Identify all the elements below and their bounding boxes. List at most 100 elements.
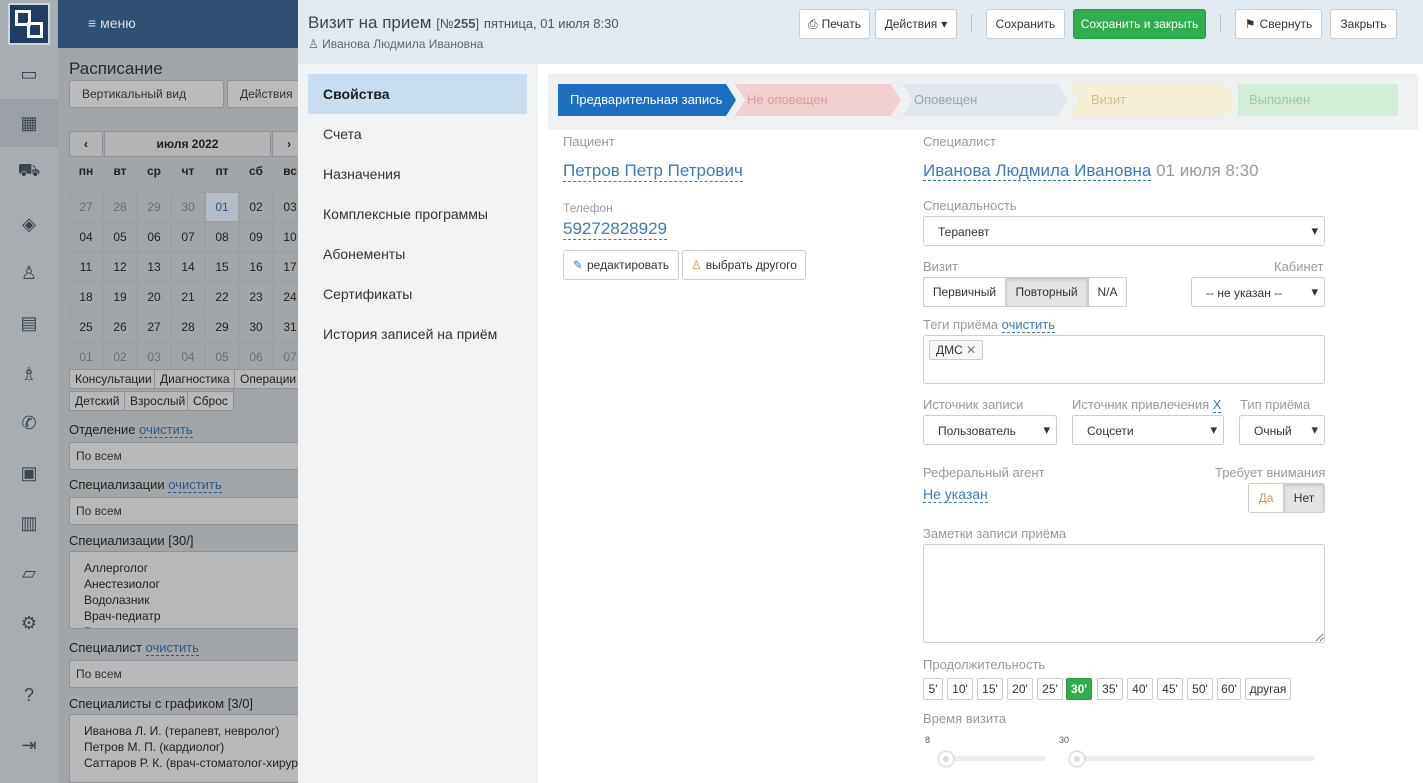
folder-icon[interactable]: ▱ [14,558,44,588]
nav-item[interactable]: Счета [308,114,527,154]
specialist-name-link[interactable]: Иванова Людмила Ивановна [923,161,1152,181]
visit-type-option[interactable]: Первичный [923,277,1006,307]
calendar-day[interactable]: 09 [239,222,273,252]
calendar-day[interactable]: 29 [137,192,171,222]
list-item[interactable]: Врач-педиатр [84,608,284,624]
duration-option[interactable]: 45' [1157,678,1183,700]
calendar-day[interactable]: 03 [137,342,171,372]
visit-type-option[interactable]: N/A [1088,277,1127,307]
view-select[interactable]: Вертикальный вид [69,80,224,108]
spec-clear-link[interactable]: очистить [168,477,222,493]
referral-link[interactable]: Не указан [923,486,988,503]
calendar-day[interactable]: 15 [205,252,239,282]
close-icon[interactable]: ✕ [966,343,976,357]
actions-button[interactable]: Действия ▾ [875,9,957,39]
calendar-day[interactable]: 19 [103,282,137,312]
calendar-day[interactable]: 02 [103,342,137,372]
ambulance-icon[interactable]: ⛟ [14,157,44,187]
chess-icon[interactable]: ♗ [14,359,44,389]
tags-input[interactable]: ДМС ✕ [923,335,1325,384]
calendar-day[interactable]: 10 [273,222,298,252]
duration-option[interactable]: 20' [1007,678,1033,700]
calendar-day[interactable]: 04 [69,222,103,252]
user-icon[interactable]: ♙ [14,258,44,288]
duration-option[interactable]: 35' [1097,678,1123,700]
calendar-day[interactable]: 23 [239,282,273,312]
list-item[interactable]: Саттаров Р. К. (врач-стоматолог-хирург) [84,755,298,771]
calendar-day[interactable]: 24 [273,282,298,312]
ticket-icon[interactable]: ◈ [14,209,44,239]
calendar-day[interactable]: 29 [205,312,239,342]
attract-select[interactable]: Соцсети [1072,415,1224,445]
doctor-clear-link[interactable]: очистить [145,640,199,656]
calendar-day[interactable]: 06 [239,342,273,372]
hour-slider-handle[interactable] [938,751,954,767]
duration-option[interactable]: 25' [1037,678,1063,700]
calendar-day[interactable]: 18 [69,282,103,312]
visit-kind-select[interactable]: Очный [1239,415,1325,445]
logo-qr-icon[interactable] [8,3,50,45]
save-close-button[interactable]: Сохранить и закрыть [1073,9,1206,39]
calendar-day[interactable]: 14 [171,252,205,282]
hour-slider-track[interactable] [938,756,1046,761]
collapse-button[interactable]: ⚑ Свернуть [1235,9,1322,39]
nav-item[interactable]: История записей на приём [308,314,527,354]
calendar-day[interactable]: 17 [273,252,298,282]
calendar-day[interactable]: 22 [205,282,239,312]
filter-chip[interactable]: Сброс [187,391,234,411]
bar-chart-icon[interactable]: ▥ [14,508,44,538]
calendar-day[interactable]: 06 [137,222,171,252]
phone-link[interactable]: 59272828929 [563,219,668,240]
calendar-day[interactable]: 16 [239,252,273,282]
list-item[interactable]: Петров М. П. (кардиолог) [84,739,284,755]
calendar-day[interactable]: 21 [171,282,205,312]
filter-chip[interactable]: Диагностика [154,369,236,389]
patient-name-link[interactable]: Петров Петр Петрович [563,161,743,182]
source-select[interactable]: Пользователь [923,415,1057,445]
calendar-day[interactable]: 01 [69,342,103,372]
cabinet-select[interactable]: -- не указан -- [1191,277,1325,307]
nav-item[interactable]: Сертификаты [308,274,527,314]
calendar-day[interactable]: 03 [273,192,298,222]
duration-option[interactable]: 60' [1217,678,1241,700]
nav-item[interactable]: Свойства [308,74,527,114]
calendar-day[interactable]: 28 [103,192,137,222]
prev-month-button[interactable]: ‹ [69,131,103,157]
filter-chip[interactable]: Детский [69,391,126,411]
calendar-day[interactable]: 31 [273,312,298,342]
calendar-day[interactable]: 05 [205,342,239,372]
list-item[interactable]: Врач-стоматолог-хирург [84,624,284,628]
edit-patient-button[interactable]: ✎ редактировать [563,250,679,280]
list-item[interactable]: Аллерголог [84,560,284,576]
actions-select[interactable]: Действия [227,80,298,108]
calendar-icon[interactable]: ▦ [14,108,44,138]
duration-option[interactable]: 50' [1187,678,1213,700]
visit-type-option[interactable]: Повторный [1005,277,1088,307]
save-button[interactable]: Сохранить [986,9,1065,39]
calendar-day[interactable]: 05 [103,222,137,252]
filter-chip[interactable]: Консультации [69,369,158,389]
logout-icon[interactable]: ⇥ [14,730,44,760]
menu-button[interactable]: ≡ меню [88,15,136,31]
monitor-icon[interactable]: ▭ [14,59,44,89]
attention-no-button[interactable]: Нет [1283,483,1325,513]
calendar-day[interactable]: 07 [171,222,205,252]
calendar-day[interactable]: 28 [171,312,205,342]
doctors-listbox[interactable]: Иванова Л. И. (терапевт, невролог) Петров… [69,714,298,783]
duration-option[interactable]: 30' [1066,678,1092,700]
calendar-day[interactable]: 02 [239,192,273,222]
attract-clear-link[interactable]: X [1212,397,1222,413]
filter-chip[interactable]: Взрослый [124,391,192,411]
print-button[interactable]: ⎙ Печать [799,9,870,39]
choose-patient-button[interactable]: ♙ выбрать другого [682,250,806,280]
duration-option[interactable]: 15' [977,678,1003,700]
duration-option[interactable]: 10' [947,678,973,700]
tags-clear-link[interactable]: очистить [1001,317,1056,333]
minute-slider-track[interactable] [1069,756,1315,761]
gear-icon[interactable]: ⚙ [14,608,44,638]
duration-option[interactable]: 5' [923,678,943,700]
calendar-day[interactable]: 13 [137,252,171,282]
spec-select[interactable]: По всем [69,497,298,525]
close-button[interactable]: Закрыть [1330,9,1397,39]
calendar-day[interactable]: 27 [137,312,171,342]
